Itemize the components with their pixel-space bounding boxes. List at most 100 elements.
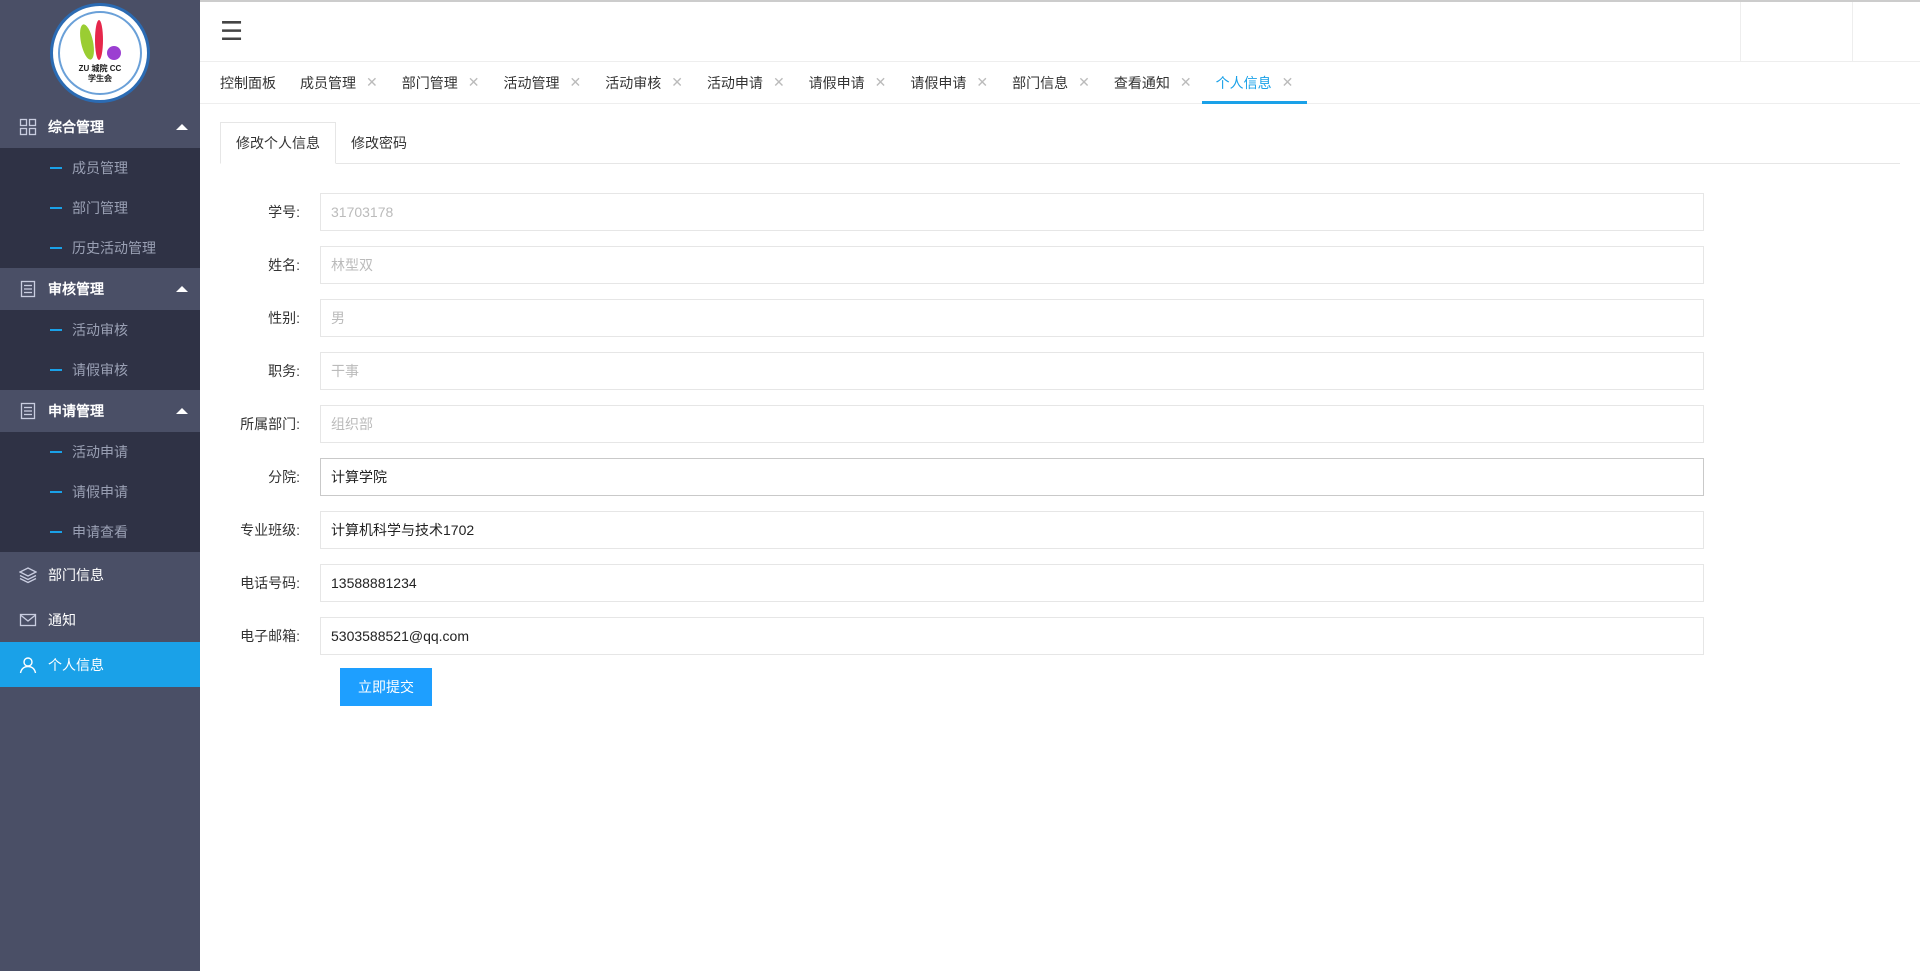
logo[interactable]: ZU 城院 CC 学生会: [50, 3, 150, 103]
field-label: 所属部门:: [240, 416, 300, 432]
dash-icon: [50, 167, 62, 169]
form-tabs: 修改个人信息 修改密码: [220, 122, 1900, 164]
sidebar-sub-item-label: 成员管理: [72, 160, 128, 176]
grid-icon: [19, 118, 37, 136]
form-tab[interactable]: 修改密码: [336, 122, 422, 164]
form-row: 分院:: [220, 458, 1900, 496]
close-icon[interactable]: ✕: [366, 74, 378, 91]
dash-icon: [50, 207, 62, 209]
close-icon[interactable]: ✕: [569, 74, 581, 91]
form-field-input[interactable]: [320, 564, 1704, 602]
close-icon[interactable]: ✕: [1282, 74, 1294, 91]
page-tab-label: 部门信息: [1012, 74, 1069, 91]
field-label: 电话号码:: [240, 575, 300, 591]
field-label: 学号:: [268, 204, 300, 220]
form-field-input: [320, 405, 1704, 443]
sidebar-item[interactable]: 部门信息: [0, 552, 200, 597]
form-row: 电话号码:: [220, 564, 1900, 602]
form-row: 电子邮箱:: [220, 617, 1900, 655]
page-tab-label: 查看通知: [1113, 74, 1170, 91]
user-icon: [19, 656, 37, 674]
sidebar-sub-item[interactable]: 历史活动管理: [0, 228, 200, 268]
close-icon[interactable]: ✕: [1180, 74, 1192, 91]
close-icon[interactable]: ✕: [976, 74, 988, 91]
menu-toggle-icon[interactable]: ☰: [220, 18, 243, 44]
tab-bar: 控制面板 成员管理 ✕ 部门管理 ✕ 活动管理 ✕ 活动审核 ✕ 活动申请 ✕ 请假申请 ✕ 请假申请 ✕ 部…: [200, 62, 1920, 104]
form-field-input: [320, 352, 1704, 390]
caret-up-icon: [176, 286, 188, 292]
page-tab[interactable]: 部门信息 ✕: [1012, 62, 1090, 104]
form-row: 学号:: [220, 193, 1900, 231]
field-label: 电子邮箱:: [240, 628, 300, 644]
form-field-input[interactable]: [320, 511, 1704, 549]
dash-icon: [50, 531, 62, 533]
topbar-slot[interactable]: [1740, 2, 1852, 62]
sidebar-sub-list: 成员管理部门管理 历史活动管理: [0, 148, 200, 268]
sidebar-nav: 综合管理成员管理部门管理 历史活动管理审核管理活动审核请假审核申请管理活动申请请假…: [0, 106, 200, 687]
page-tab[interactable]: 活动管理 ✕: [503, 62, 581, 104]
close-icon[interactable]: ✕: [671, 74, 683, 91]
sidebar-sub-list: 活动申请请假申请申请查看: [0, 432, 200, 552]
form-field-input[interactable]: [320, 617, 1704, 655]
sidebar-sub-item[interactable]: 成员管理: [0, 148, 200, 188]
page-tab-label: 活动申请: [706, 74, 763, 91]
form-field-input[interactable]: [320, 458, 1704, 496]
close-icon[interactable]: ✕: [1078, 74, 1090, 91]
page-tab[interactable]: 查看通知 ✕: [1114, 62, 1192, 104]
sidebar-sub-item-label: 申请查看: [72, 524, 128, 540]
layers-icon: [19, 566, 37, 584]
page-tab-label: 控制面板: [220, 74, 276, 91]
sidebar-group-2[interactable]: 申请管理: [0, 390, 200, 432]
sidebar-group-label: 申请管理: [48, 403, 104, 419]
sidebar-sub-item[interactable]: 申请查看: [0, 512, 200, 552]
page-tab[interactable]: 请假申请 ✕: [809, 62, 887, 104]
dash-icon: [50, 451, 62, 453]
sidebar-item-label: 部门信息: [48, 566, 104, 583]
sidebar-sub-item[interactable]: 活动申请: [0, 432, 200, 472]
page-tab[interactable]: 个人信息 ✕: [1201, 62, 1308, 104]
page-tab[interactable]: 活动申请 ✕: [707, 62, 785, 104]
close-icon[interactable]: ✕: [875, 74, 887, 91]
sidebar-item[interactable]: 通知: [0, 597, 200, 642]
dash-icon: [50, 369, 62, 371]
sidebar-group-1[interactable]: 审核管理: [0, 268, 200, 310]
sidebar-group-label: 审核管理: [48, 281, 104, 297]
form-row: 姓名:: [220, 246, 1900, 284]
document-icon: [19, 280, 37, 298]
page-tab-label: 部门管理: [401, 74, 458, 91]
sidebar-group-0[interactable]: 综合管理: [0, 106, 200, 148]
sidebar-sub-item[interactable]: 部门管理: [0, 188, 200, 228]
main-content: 修改个人信息修改密码 学号: 姓名: 性别: 职务: 所属部门: 分院: 专业班级: 电话号码…: [220, 122, 1900, 706]
sidebar-sub-item-label: 请假申请: [72, 484, 128, 500]
sidebar-sub-item-label: 活动审核: [72, 322, 128, 338]
form-row: 性别:: [220, 299, 1900, 337]
submit-button[interactable]: 立即提交: [340, 668, 432, 706]
sidebar: ZU 城院 CC 学生会 综合管理成员管理部门管理 历史活动管理审核管理活动审核请…: [0, 0, 200, 971]
caret-up-icon: [176, 408, 188, 414]
page-tab[interactable]: 控制面板: [220, 62, 276, 104]
page-tab-label: 请假申请: [808, 74, 865, 91]
page-tab-label: 请假申请: [910, 74, 967, 91]
close-icon[interactable]: ✕: [468, 74, 480, 91]
sidebar-sub-item[interactable]: 活动审核: [0, 310, 200, 350]
sidebar-sub-item[interactable]: 请假申请: [0, 472, 200, 512]
sidebar-item[interactable]: 个人信息: [0, 642, 200, 687]
page-tab[interactable]: 活动审核 ✕: [605, 62, 683, 104]
close-icon[interactable]: ✕: [773, 74, 785, 91]
dash-icon: [50, 247, 62, 249]
field-label: 姓名:: [268, 257, 300, 273]
sidebar-sub-item[interactable]: 请假审核: [0, 350, 200, 390]
top-bar: ☰: [200, 0, 1920, 62]
page-tab-label: 个人信息: [1215, 74, 1272, 91]
topbar-slot[interactable]: [1852, 2, 1920, 62]
page-tab[interactable]: 成员管理 ✕: [300, 62, 378, 104]
sidebar-sub-item-label: 请假审核: [72, 362, 128, 378]
page-tab[interactable]: 部门管理 ✕: [402, 62, 480, 104]
sidebar-item-label: 个人信息: [48, 656, 104, 673]
form-tab[interactable]: 修改个人信息: [220, 122, 336, 164]
sidebar-group-label: 综合管理: [48, 119, 104, 135]
caret-up-icon: [176, 124, 188, 130]
field-label: 性别:: [268, 310, 300, 326]
page-tab[interactable]: 请假申请 ✕: [910, 62, 988, 104]
page-tab-label: 成员管理: [300, 74, 356, 91]
